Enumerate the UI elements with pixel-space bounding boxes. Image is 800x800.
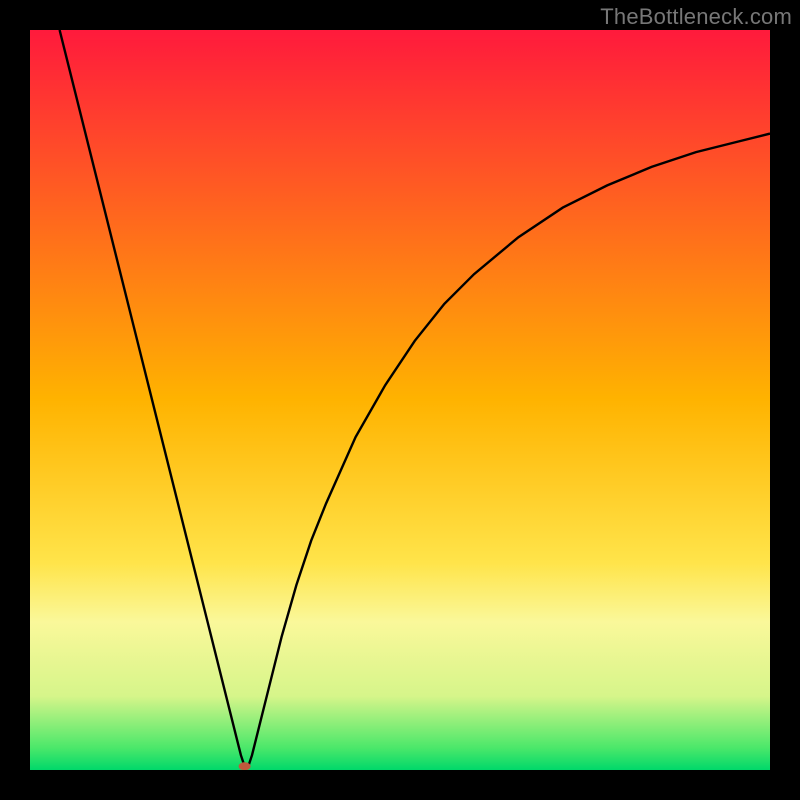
bottleneck-chart xyxy=(30,30,770,770)
min-point-marker xyxy=(239,762,251,770)
watermark-text: TheBottleneck.com xyxy=(600,4,792,30)
chart-background xyxy=(30,30,770,770)
chart-frame xyxy=(30,30,770,770)
